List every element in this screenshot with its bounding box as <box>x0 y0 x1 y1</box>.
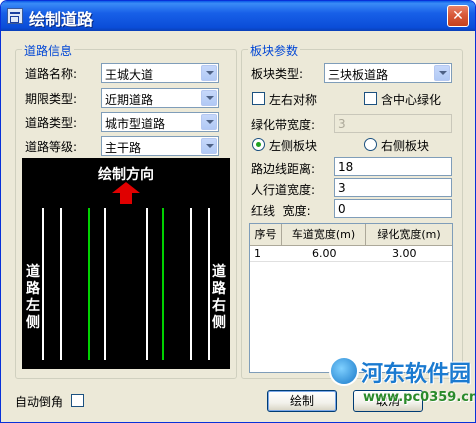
lane-grid[interactable]: 序号 车道宽度(m) 绿化宽度(m) 1 6.00 3.00 <box>249 223 453 373</box>
lane-line-white <box>60 208 62 360</box>
green-width-value: 3 <box>338 117 346 131</box>
road-name-select[interactable]: 王城大道 <box>101 63 219 83</box>
watermark-brand: 河东软件园 <box>361 362 472 387</box>
lane-line-white <box>146 208 148 360</box>
road-grade-select[interactable]: 主干路 <box>101 136 219 156</box>
road-name-label: 道路名称: <box>25 67 78 81</box>
row-lane-width: 6.00 <box>312 247 337 260</box>
block-type-select[interactable]: 三块板道路 <box>324 63 452 83</box>
sidewalk-width-input[interactable]: 3 <box>334 178 452 197</box>
watermark-url: www.pc0359.cn <box>363 390 476 405</box>
chevron-down-icon[interactable] <box>201 114 217 130</box>
left-block-radio[interactable] <box>252 138 265 151</box>
edge-distance-label: 路边线距离: <box>251 162 316 176</box>
chevron-down-icon[interactable] <box>201 138 217 154</box>
close-icon: ✕ <box>452 8 464 24</box>
column-header-lane-width[interactable]: 车道宽度(m) <box>282 224 366 246</box>
chevron-down-icon[interactable] <box>201 65 217 81</box>
block-params-legend: 板块参数 <box>248 42 301 59</box>
column-header-green-width[interactable]: 绿化宽度(m) <box>366 224 452 246</box>
right-block-label[interactable]: 右侧板块 <box>381 137 429 154</box>
sidewalk-width-label: 人行道宽度: <box>251 183 316 197</box>
lane-line-white <box>190 208 192 360</box>
direction-arrow-icon <box>112 182 140 204</box>
road-preview: 绘制方向 道路左侧 道路右侧 <box>22 158 230 369</box>
symmetric-label[interactable]: 左右对称 <box>269 91 317 108</box>
center-green-checkbox[interactable] <box>364 92 377 105</box>
lane-line-green <box>88 208 90 360</box>
redline-width-label: 红线 宽度: <box>251 204 311 218</box>
road-name-value: 王城大道 <box>105 68 154 82</box>
edge-distance-input[interactable]: 18 <box>334 157 452 176</box>
window-title: 绘制道路 <box>29 10 94 29</box>
period-type-select[interactable]: 近期道路 <box>101 88 219 108</box>
road-grade-label: 道路等级: <box>25 140 78 154</box>
left-side-label: 道路左侧 <box>26 264 40 331</box>
watermark-logo-icon <box>329 356 359 386</box>
green-width-input[interactable]: 3 <box>334 114 452 133</box>
app-icon <box>7 8 23 24</box>
direction-arrow-shape <box>112 182 140 204</box>
symmetric-checkbox[interactable] <box>252 92 265 105</box>
block-type-value: 三块板道路 <box>328 68 389 82</box>
draw-button[interactable]: 绘制 <box>267 390 337 412</box>
road-grade-value: 主干路 <box>105 141 142 155</box>
title-bar[interactable]: 绘制道路 ✕ <box>1 1 475 31</box>
right-side-label: 道路右侧 <box>212 264 226 331</box>
road-type-label: 道路类型: <box>25 116 78 130</box>
edge-distance-value: 18 <box>338 160 354 174</box>
green-width-label: 绿化带宽度: <box>251 118 316 132</box>
auto-chamfer-checkbox[interactable] <box>71 394 84 407</box>
center-green-label[interactable]: 含中心绿化 <box>381 91 441 108</box>
road-type-value: 城市型道路 <box>105 117 166 131</box>
redline-width-input[interactable]: 0 <box>334 199 452 218</box>
close-button[interactable]: ✕ <box>447 5 469 27</box>
chevron-down-icon[interactable] <box>201 90 217 106</box>
grid-header: 序号 车道宽度(m) 绿化宽度(m) <box>250 224 452 246</box>
row-index: 1 <box>254 247 261 260</box>
auto-chamfer-label[interactable]: 自动倒角 <box>15 393 63 410</box>
table-row[interactable]: 1 6.00 3.00 <box>250 246 452 262</box>
right-block-radio[interactable] <box>364 138 377 151</box>
site-watermark: 河东软件园 www.pc0359.cn <box>329 354 475 422</box>
redline-width-value: 0 <box>338 202 346 216</box>
period-type-value: 近期道路 <box>105 93 154 107</box>
road-type-select[interactable]: 城市型道路 <box>101 112 219 132</box>
left-block-label[interactable]: 左侧板块 <box>269 137 317 154</box>
road-info-legend: 道路信息 <box>22 42 75 59</box>
column-header-index[interactable]: 序号 <box>250 224 282 246</box>
direction-label: 绘制方向 <box>98 167 154 183</box>
draw-road-dialog: 绘制道路 ✕ 道路信息 道路名称: 王城大道 期限类型: 近期道路 道路类型: … <box>0 0 476 423</box>
lane-line-white <box>104 208 106 360</box>
sidewalk-width-value: 3 <box>338 181 346 195</box>
period-type-label: 期限类型: <box>25 92 78 106</box>
row-green-width: 3.00 <box>392 247 417 260</box>
block-type-label: 板块类型: <box>251 67 304 81</box>
lane-line-green <box>162 208 164 360</box>
lane-line-white <box>42 208 44 360</box>
chevron-down-icon[interactable] <box>434 65 450 81</box>
